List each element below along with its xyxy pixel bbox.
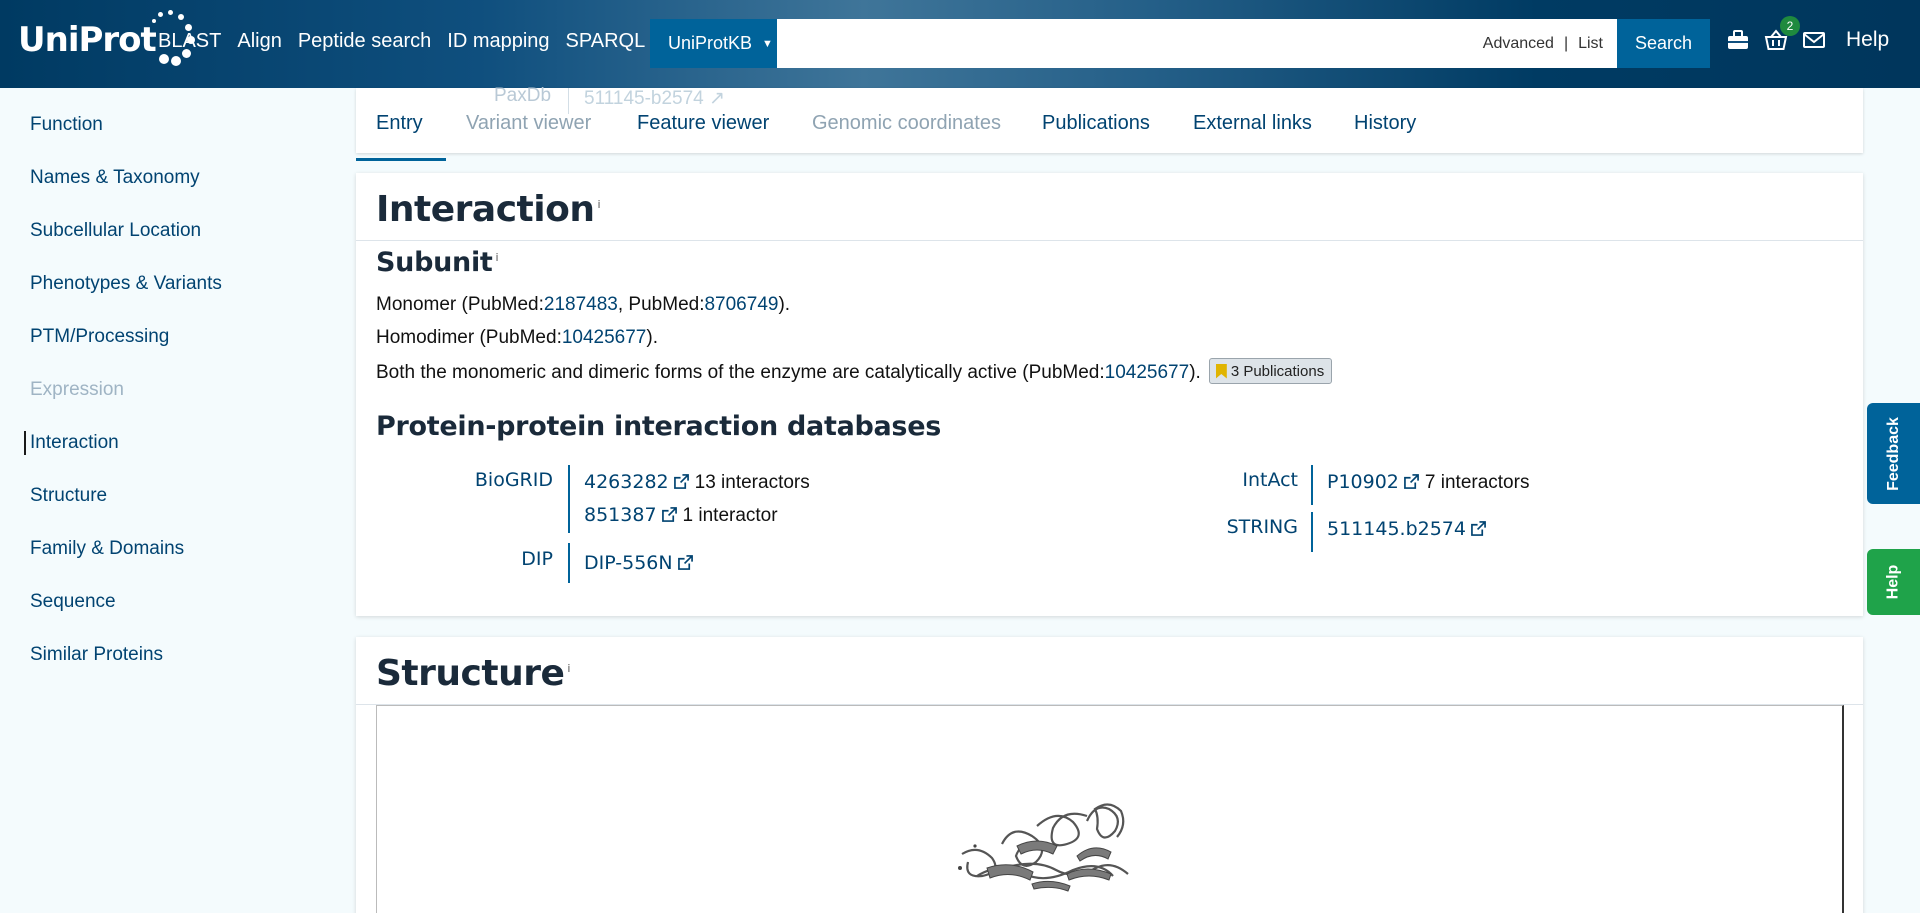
- dip-link[interactable]: DIP-556N: [584, 552, 673, 574]
- external-link-icon: [661, 507, 677, 522]
- external-link-icon: [673, 474, 689, 489]
- section-divider: [356, 240, 1863, 241]
- nav-sparql[interactable]: SPARQL: [566, 30, 646, 53]
- subunit-text-homodimer: Homodimer (PubMed:10425677).: [376, 327, 658, 348]
- sidebar-item-similar-proteins[interactable]: Similar Proteins: [30, 644, 163, 666]
- basket-count-badge: 2: [1780, 16, 1800, 36]
- db-row-dip: DIP-556N: [584, 552, 699, 575]
- top-header: UniProt BLAST Align Peptide search ID ma…: [0, 0, 1920, 88]
- active-tab-indicator: [356, 158, 446, 161]
- caret-down-icon: ▼: [762, 37, 773, 50]
- db-label-string: STRING: [1226, 516, 1298, 538]
- string-link[interactable]: 511145.b2574: [1327, 518, 1466, 540]
- db-label-intact: IntAct: [1242, 469, 1298, 491]
- protein-structure-render: [958, 803, 1129, 892]
- intact-link[interactable]: P10902: [1327, 471, 1399, 493]
- database-select[interactable]: UniProtKB ▼: [650, 19, 777, 68]
- ppi-databases-title: Protein-protein interaction databases: [376, 411, 941, 442]
- tab-history[interactable]: History: [1354, 112, 1416, 135]
- subunit-title: Subunit i: [376, 247, 499, 278]
- db-label-biogrid: BioGRID: [474, 469, 553, 491]
- tools-icon[interactable]: [1726, 28, 1750, 52]
- db-row-string: 511145.b2574: [1327, 518, 1492, 541]
- nav-blast[interactable]: BLAST: [158, 30, 221, 53]
- tab-genomic-coordinates[interactable]: Genomic coordinates: [812, 112, 1001, 135]
- tab-variant-viewer[interactable]: Variant viewer: [466, 112, 591, 135]
- database-select-label: UniProtKB: [668, 33, 753, 53]
- sidebar-item-expression: Expression: [30, 379, 124, 400]
- paxdb-ghost-label: PaxDb: [494, 85, 552, 106]
- sidebar-item-subcellular-location[interactable]: Subcellular Location: [30, 220, 201, 242]
- header-icons: 2 Help: [1726, 16, 1889, 52]
- nav-id-mapping[interactable]: ID mapping: [447, 30, 549, 53]
- section-title-interaction: Interaction i: [376, 189, 601, 230]
- pubmed-link[interactable]: 10425677: [1105, 362, 1190, 383]
- info-icon[interactable]: i: [496, 251, 499, 264]
- biogrid-link[interactable]: 851387: [584, 504, 657, 526]
- db-divider: [568, 543, 570, 583]
- sidebar-item-structure[interactable]: Structure: [30, 485, 107, 507]
- tab-entry[interactable]: Entry: [376, 112, 423, 135]
- pubmed-link[interactable]: 10425677: [562, 327, 647, 348]
- header-help-link[interactable]: Help: [1846, 28, 1889, 52]
- structure-section: Structure i: [356, 637, 1863, 913]
- sidebar-item-ptm-processing[interactable]: PTM/Processing: [30, 326, 169, 348]
- db-row-intact: P10902 7 interactors: [1327, 471, 1530, 493]
- publications-evidence-button[interactable]: 3 Publications: [1208, 358, 1333, 384]
- search-links-separator: |: [1563, 35, 1569, 52]
- external-link-icon: [677, 555, 693, 570]
- sidebar-item-phenotypes-variants[interactable]: Phenotypes & Variants: [30, 273, 222, 295]
- advanced-search-link[interactable]: Advanced: [1483, 35, 1554, 53]
- entry-tabs: PaxDb 511145-b2574 ↗ Entry Variant viewe…: [356, 85, 1863, 161]
- sidebar-item-names-taxonomy[interactable]: Names & Taxonomy: [30, 167, 200, 189]
- sidebar-item-function[interactable]: Function: [30, 114, 103, 136]
- nav-peptide-search[interactable]: Peptide search: [298, 30, 431, 53]
- structure-3d-viewer[interactable]: [376, 705, 1844, 913]
- info-icon[interactable]: i: [567, 662, 570, 675]
- basket-icon[interactable]: 2: [1764, 16, 1800, 52]
- logo-text: UniProt: [18, 20, 157, 60]
- ghost-divider: [568, 88, 569, 114]
- tab-external-links[interactable]: External links: [1193, 112, 1312, 135]
- subunit-text-monomer: Monomer (PubMed:2187483, PubMed:8706749)…: [376, 294, 791, 315]
- nav-align[interactable]: Align: [237, 30, 281, 53]
- mail-icon[interactable]: [1802, 28, 1826, 52]
- subunit-text-activity: Both the monomeric and dimeric forms of …: [376, 358, 1333, 386]
- biogrid-link[interactable]: 4263282: [584, 471, 669, 493]
- sidebar-item-sequence[interactable]: Sequence: [30, 591, 116, 613]
- search-input-wrap: Advanced | List: [777, 19, 1617, 68]
- db-label-dip: DIP: [521, 548, 553, 570]
- main-nav: BLAST Align Peptide search ID mapping SP…: [158, 30, 661, 53]
- external-link-icon: [1404, 474, 1419, 489]
- sidebar-item-interaction[interactable]: Interaction: [30, 432, 119, 454]
- interaction-section: Interaction i Subunit i Monomer (PubMed:21…: [356, 173, 1863, 616]
- db-divider: [1311, 512, 1313, 552]
- info-icon[interactable]: i: [597, 198, 600, 211]
- db-divider: [1311, 465, 1313, 505]
- external-link-icon: [1471, 521, 1486, 536]
- tab-feature-viewer[interactable]: Feature viewer: [637, 112, 769, 135]
- db-row-biogrid-2: 851387 1 interactor: [584, 504, 778, 526]
- search-links: Advanced | List: [1483, 35, 1603, 53]
- search-bar: UniProtKB ▼ Advanced | List Search: [650, 19, 1710, 68]
- bookmark-icon: [1215, 363, 1227, 379]
- tab-publications[interactable]: Publications: [1042, 112, 1150, 135]
- search-button[interactable]: Search: [1617, 19, 1710, 68]
- section-title-structure: Structure i: [376, 653, 570, 694]
- paxdb-ghost-value: 511145-b2574 ↗: [584, 88, 725, 109]
- pubmed-link[interactable]: 2187483: [544, 294, 618, 315]
- pubmed-link[interactable]: 8706749: [704, 294, 778, 315]
- feedback-tab[interactable]: Feedback: [1867, 403, 1920, 504]
- list-search-link[interactable]: List: [1578, 35, 1603, 53]
- sidebar-item-family-domains[interactable]: Family & Domains: [30, 538, 184, 560]
- help-tab[interactable]: Help: [1867, 549, 1920, 615]
- db-divider: [568, 465, 570, 533]
- db-row-biogrid-1: 4263282 13 interactors: [584, 471, 810, 493]
- active-section-marker: [24, 431, 26, 455]
